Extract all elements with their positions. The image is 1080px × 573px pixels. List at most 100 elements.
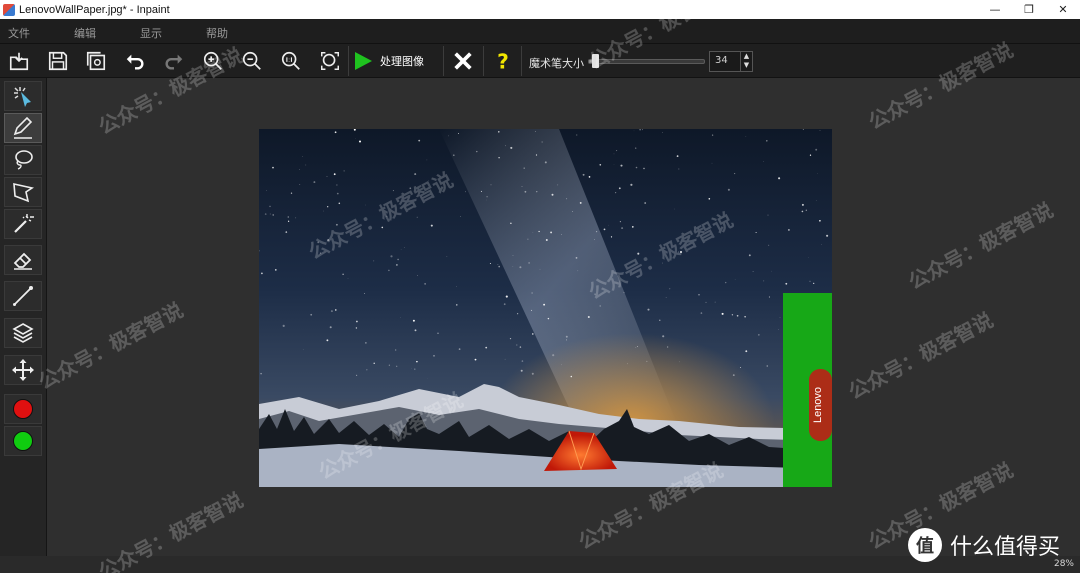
- star: [396, 264, 398, 266]
- green-color-button[interactable]: [4, 426, 42, 456]
- open-icon[interactable]: [4, 47, 34, 75]
- star: [512, 255, 514, 256]
- star: [711, 134, 714, 136]
- minimize-button[interactable]: —: [978, 0, 1012, 19]
- brush-size-spinbox[interactable]: 34 ▲ ▼: [709, 51, 753, 72]
- help-icon[interactable]: ?: [488, 47, 518, 75]
- star: [302, 349, 304, 350]
- eraser-icon[interactable]: [4, 245, 42, 275]
- star: [565, 335, 568, 338]
- restore-button[interactable]: ❐: [1012, 0, 1046, 19]
- star: [613, 153, 615, 155]
- zoom-in-icon[interactable]: [198, 47, 228, 75]
- star: [327, 206, 329, 208]
- star: [534, 130, 536, 132]
- star: [662, 262, 663, 264]
- star: [678, 251, 680, 253]
- star: [620, 164, 623, 167]
- cancel-icon[interactable]: [448, 47, 478, 75]
- star: [572, 211, 573, 212]
- star: [705, 301, 707, 303]
- marker-select-icon[interactable]: [4, 81, 42, 111]
- star: [561, 364, 562, 366]
- star: [261, 272, 263, 275]
- star: [266, 189, 268, 191]
- star: [608, 224, 609, 226]
- star: [642, 129, 643, 131]
- star: [623, 292, 625, 294]
- pencil-icon[interactable]: [4, 113, 42, 143]
- star: [474, 358, 477, 361]
- menu-edit[interactable]: 编辑: [74, 25, 96, 41]
- undo-icon[interactable]: [120, 47, 150, 75]
- wallpaper-image[interactable]: Lenovo: [259, 129, 832, 487]
- zoom-fit-icon[interactable]: [315, 47, 345, 75]
- menu-file[interactable]: 文件: [8, 25, 30, 41]
- star: [766, 365, 768, 367]
- zoom-out-icon[interactable]: [237, 47, 267, 75]
- star: [531, 309, 533, 311]
- star: [388, 269, 390, 272]
- night-sky-photo: Lenovo: [259, 129, 832, 487]
- star: [748, 254, 751, 257]
- star: [768, 296, 770, 298]
- star: [392, 190, 394, 192]
- star: [545, 239, 548, 241]
- star: [758, 334, 760, 336]
- zoom-actual-icon[interactable]: [276, 47, 306, 75]
- move-icon[interactable]: [4, 355, 42, 385]
- line-icon[interactable]: [4, 281, 42, 311]
- save-icon[interactable]: [43, 47, 73, 75]
- close-window-button[interactable]: ✕: [1046, 0, 1080, 19]
- star: [711, 162, 713, 164]
- toolbar-separator: [348, 46, 349, 76]
- star: [395, 349, 397, 351]
- star: [396, 365, 398, 367]
- star: [416, 360, 418, 363]
- polygon-lasso-icon[interactable]: [4, 177, 42, 207]
- star: [755, 231, 757, 234]
- star: [448, 135, 449, 137]
- star: [510, 222, 512, 224]
- star: [356, 374, 358, 376]
- layers-icon[interactable]: [4, 318, 42, 348]
- star: [437, 332, 439, 334]
- star: [476, 150, 478, 153]
- toolbar: 处理图像 ? 魔术笔大小 34 ▲ ▼: [0, 44, 1080, 78]
- star: [801, 203, 804, 206]
- star: [260, 372, 262, 375]
- star: [418, 139, 421, 142]
- brush-size-slider[interactable]: [588, 59, 705, 64]
- star: [326, 339, 329, 342]
- lasso-icon[interactable]: [4, 145, 42, 175]
- menu-view[interactable]: 显示: [140, 25, 162, 41]
- magic-wand-icon[interactable]: [4, 209, 42, 239]
- star: [531, 372, 534, 375]
- star: [662, 132, 664, 134]
- star: [557, 184, 559, 186]
- redo-icon[interactable]: [159, 47, 189, 75]
- star: [535, 154, 538, 156]
- star: [635, 147, 637, 149]
- star: [358, 140, 362, 143]
- star: [679, 250, 683, 254]
- star: [264, 213, 267, 215]
- save-as-icon[interactable]: [81, 47, 111, 75]
- red-color-button[interactable]: [4, 394, 42, 424]
- star: [414, 368, 416, 370]
- star: [329, 326, 332, 329]
- menu-help[interactable]: 帮助: [206, 25, 228, 41]
- brush-size-slider-handle[interactable]: [592, 54, 599, 68]
- star: [373, 362, 375, 365]
- play-icon: [355, 52, 372, 70]
- svg-text:?: ?: [497, 50, 509, 72]
- star: [669, 288, 671, 290]
- star: [327, 239, 330, 242]
- star: [381, 226, 384, 229]
- process-image-button[interactable]: 处理图像: [352, 47, 424, 75]
- spinbox-arrows[interactable]: ▲ ▼: [740, 52, 752, 71]
- star: [333, 173, 336, 176]
- star: [310, 313, 313, 316]
- star: [718, 231, 720, 233]
- star: [509, 337, 512, 340]
